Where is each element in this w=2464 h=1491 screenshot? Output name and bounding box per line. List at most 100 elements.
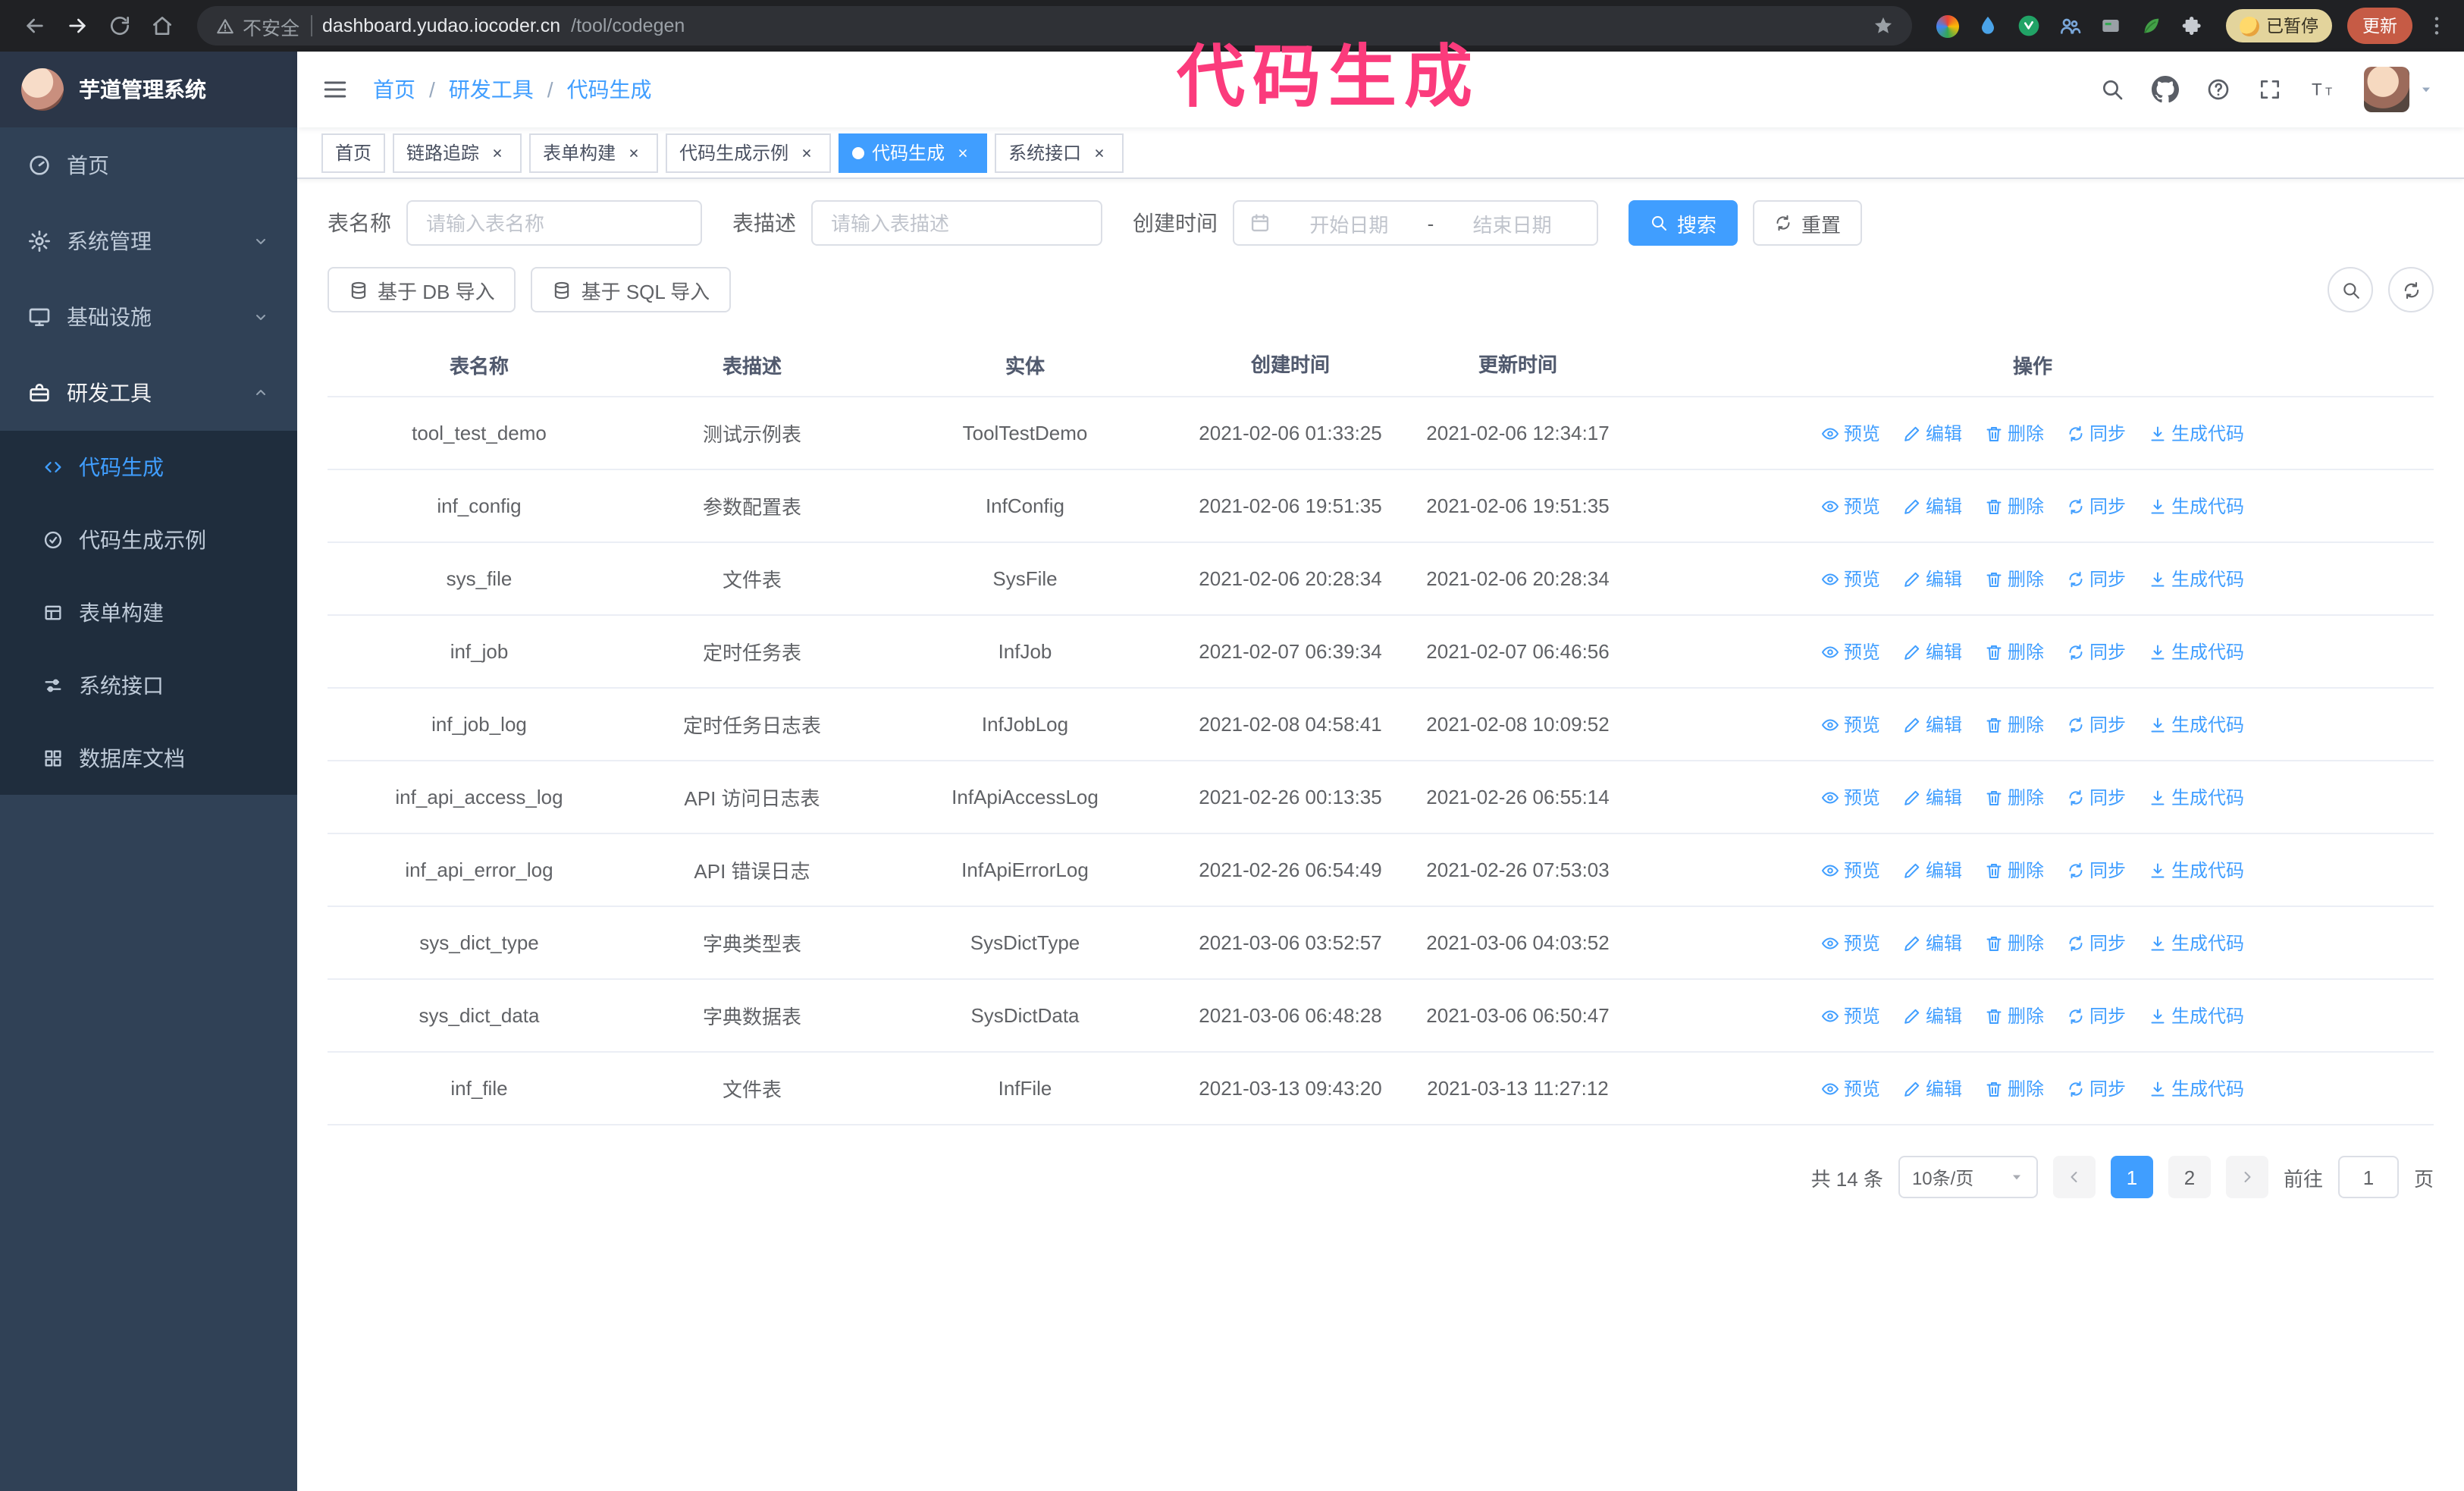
action-download[interactable]: 生成代码 <box>2149 784 2244 810</box>
action-trash[interactable]: 删除 <box>1985 711 2044 737</box>
goto-page-input[interactable] <box>2337 1156 2399 1198</box>
tab-close-icon[interactable] <box>796 142 817 163</box>
action-edit[interactable]: 编辑 <box>1903 930 1962 956</box>
action-download[interactable]: 生成代码 <box>2149 1075 2244 1101</box>
date-range-input[interactable]: 开始日期 - 结束日期 <box>1233 200 1598 246</box>
action-sync[interactable]: 同步 <box>2067 1075 2126 1101</box>
font-size-icon[interactable] <box>2309 76 2337 103</box>
page-2-button[interactable]: 2 <box>2168 1156 2211 1198</box>
people-icon[interactable] <box>2057 14 2081 38</box>
action-sync[interactable]: 同步 <box>2067 493 2126 519</box>
action-sync[interactable]: 同步 <box>2067 420 2126 446</box>
tab-close-icon[interactable] <box>623 142 644 163</box>
action-eye[interactable]: 预览 <box>1821 493 1880 519</box>
browser-back-button[interactable] <box>15 6 55 46</box>
colorful-extension-icon[interactable] <box>1936 14 1958 37</box>
browser-reload-button[interactable] <box>100 6 140 46</box>
breadcrumb-home[interactable]: 首页 <box>373 74 415 105</box>
action-eye[interactable]: 预览 <box>1821 711 1880 737</box>
action-sync[interactable]: 同步 <box>2067 1003 2126 1028</box>
action-download[interactable]: 生成代码 <box>2149 1003 2244 1028</box>
action-eye[interactable]: 预览 <box>1821 784 1880 810</box>
tab-2[interactable]: 表单构建 <box>529 133 659 172</box>
page-size-select[interactable]: 10条/页 <box>1898 1156 2038 1198</box>
next-page-button[interactable] <box>2225 1156 2268 1198</box>
action-edit[interactable]: 编辑 <box>1903 857 1962 883</box>
sidebar-item-system[interactable]: 系统管理 <box>0 203 297 279</box>
browser-update-button[interactable]: 更新 <box>2347 8 2412 44</box>
sidebar-item-system-api[interactable]: 系统接口 <box>0 649 297 722</box>
tab-close-icon[interactable] <box>487 142 508 163</box>
tab-3[interactable]: 代码生成示例 <box>666 133 832 172</box>
browser-menu-icon[interactable] <box>2425 14 2449 38</box>
github-icon[interactable] <box>2152 76 2179 103</box>
page-1-button[interactable]: 1 <box>2110 1156 2153 1198</box>
action-eye[interactable]: 预览 <box>1821 639 1880 664</box>
browser-forward-button[interactable] <box>58 6 97 46</box>
profile-paused-chip[interactable]: 已暂停 <box>2225 9 2332 42</box>
action-download[interactable]: 生成代码 <box>2149 857 2244 883</box>
action-edit[interactable]: 编辑 <box>1903 1003 1962 1028</box>
browser-home-button[interactable] <box>143 6 182 46</box>
action-edit[interactable]: 编辑 <box>1903 711 1962 737</box>
tab-4[interactable]: 代码生成 <box>839 133 988 172</box>
table-name-input[interactable] <box>406 200 702 246</box>
sidebar-item-devtools[interactable]: 研发工具 <box>0 355 297 431</box>
action-trash[interactable]: 删除 <box>1985 857 2044 883</box>
import-sql-button[interactable]: 基于 SQL 导入 <box>531 267 732 312</box>
tab-close-icon[interactable] <box>1089 142 1110 163</box>
action-eye[interactable]: 预览 <box>1821 566 1880 592</box>
action-download[interactable]: 生成代码 <box>2149 711 2244 737</box>
sidebar-item-codegen-example[interactable]: 代码生成示例 <box>0 504 297 576</box>
sidebar-item-home[interactable]: 首页 <box>0 127 297 203</box>
action-sync[interactable]: 同步 <box>2067 566 2126 592</box>
tab-0[interactable]: 首页 <box>321 133 386 172</box>
reset-button[interactable]: 重置 <box>1753 200 1863 246</box>
green-badge-icon[interactable] <box>2016 14 2040 38</box>
tab-close-icon[interactable] <box>952 142 973 163</box>
puzzle-icon[interactable] <box>2180 14 2204 38</box>
table-desc-input[interactable] <box>811 200 1102 246</box>
address-bar[interactable]: 不安全 dashboard.yudao.iocoder.cn/tool/code… <box>197 6 1911 46</box>
refresh-table-button[interactable] <box>2388 267 2434 312</box>
action-edit[interactable]: 编辑 <box>1903 566 1962 592</box>
action-download[interactable]: 生成代码 <box>2149 566 2244 592</box>
action-edit[interactable]: 编辑 <box>1903 639 1962 664</box>
user-menu[interactable] <box>2364 67 2434 112</box>
hamburger-icon[interactable] <box>321 76 349 103</box>
action-trash[interactable]: 删除 <box>1985 930 2044 956</box>
action-eye[interactable]: 预览 <box>1821 1075 1880 1101</box>
action-sync[interactable]: 同步 <box>2067 857 2126 883</box>
action-eye[interactable]: 预览 <box>1821 420 1880 446</box>
action-edit[interactable]: 编辑 <box>1903 784 1962 810</box>
fullscreen-icon[interactable] <box>2258 77 2282 102</box>
action-download[interactable]: 生成代码 <box>2149 930 2244 956</box>
bookmark-star-icon[interactable] <box>1872 15 1893 36</box>
tab-1[interactable]: 链路追踪 <box>393 133 522 172</box>
action-trash[interactable]: 删除 <box>1985 493 2044 519</box>
search-icon[interactable] <box>2100 77 2124 102</box>
action-eye[interactable]: 预览 <box>1821 930 1880 956</box>
action-trash[interactable]: 删除 <box>1985 1003 2044 1028</box>
search-toggle-button[interactable] <box>2328 267 2373 312</box>
action-trash[interactable]: 删除 <box>1985 420 2044 446</box>
site-security-label[interactable]: 不安全 <box>215 11 299 40</box>
action-sync[interactable]: 同步 <box>2067 784 2126 810</box>
action-edit[interactable]: 编辑 <box>1903 493 1962 519</box>
action-trash[interactable]: 删除 <box>1985 1075 2044 1101</box>
action-edit[interactable]: 编辑 <box>1903 420 1962 446</box>
sidebar-item-form-builder[interactable]: 表单构建 <box>0 576 297 649</box>
drop-icon[interactable] <box>1975 14 1999 38</box>
import-db-button[interactable]: 基于 DB 导入 <box>328 267 516 312</box>
action-eye[interactable]: 预览 <box>1821 1003 1880 1028</box>
action-edit[interactable]: 编辑 <box>1903 1075 1962 1101</box>
tab-5[interactable]: 系统接口 <box>995 133 1124 172</box>
prev-page-button[interactable] <box>2052 1156 2096 1198</box>
sidebar-item-db-docs[interactable]: 数据库文档 <box>0 722 297 795</box>
search-button[interactable]: 搜索 <box>1629 200 1738 246</box>
card-icon[interactable] <box>2098 14 2122 38</box>
leaf-icon[interactable] <box>2139 14 2163 38</box>
action-sync[interactable]: 同步 <box>2067 639 2126 664</box>
action-trash[interactable]: 删除 <box>1985 784 2044 810</box>
breadcrumb-devtools[interactable]: 研发工具 <box>449 74 534 105</box>
